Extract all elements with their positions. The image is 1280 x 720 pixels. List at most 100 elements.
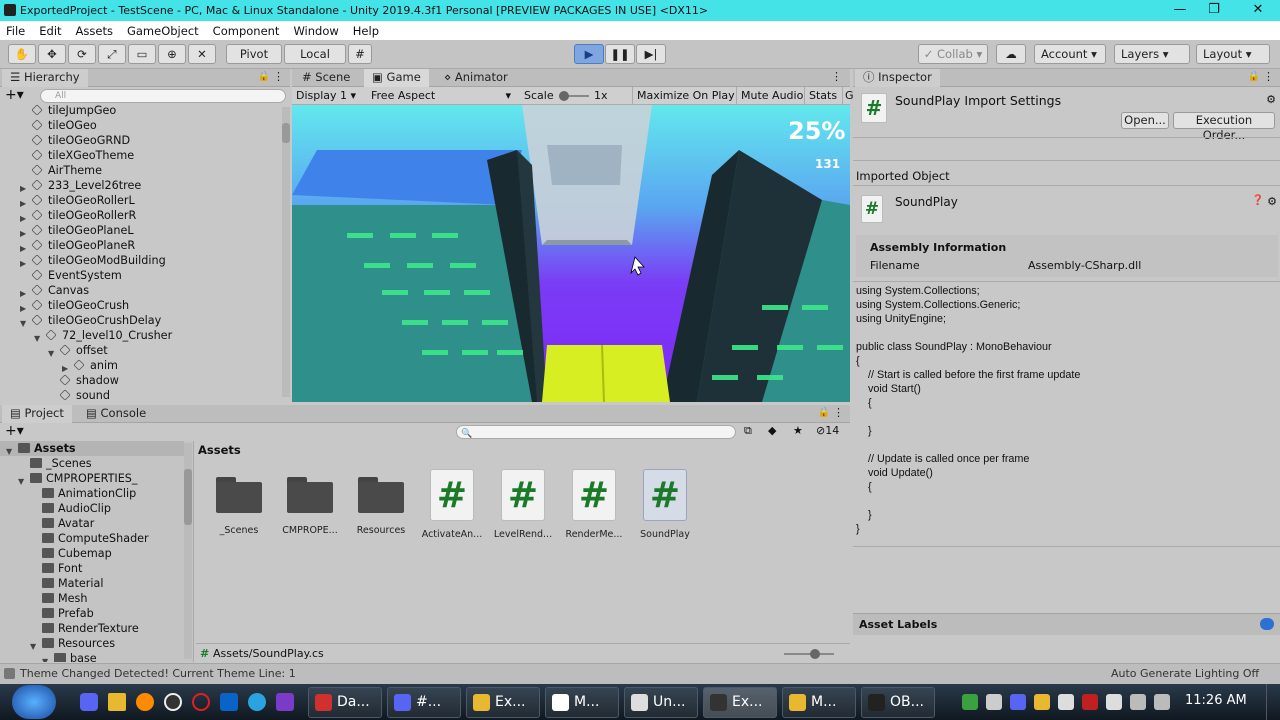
hierarchy-item[interactable]: tileXGeoTheme: [0, 148, 280, 163]
menu-edit[interactable]: Edit: [39, 24, 61, 38]
play-button[interactable]: ▶: [574, 44, 604, 64]
outlook-pinned-icon[interactable]: [220, 693, 238, 711]
taskbar-window-button[interactable]: OB...: [861, 687, 935, 718]
taskbar-window-button[interactable]: M...: [545, 687, 619, 718]
menu-assets[interactable]: Assets: [76, 24, 113, 38]
menu-help[interactable]: Help: [353, 24, 379, 38]
project-tree-item[interactable]: ▼ Assets: [0, 441, 184, 456]
clock[interactable]: 11:26 AM: [1185, 693, 1247, 708]
hierarchy-item[interactable]: ▼ 72_level10_Crusher: [0, 328, 280, 343]
expand-arrow-icon[interactable]: ▼: [42, 654, 48, 662]
firefox-pinned-icon[interactable]: [136, 693, 154, 711]
taskbar-window-button[interactable]: Ex...: [466, 687, 540, 718]
scale-slider[interactable]: [559, 91, 589, 101]
filter-label-icon[interactable]: ◆: [768, 424, 776, 437]
menu-file[interactable]: File: [6, 24, 25, 38]
taskbar-window-button[interactable]: #...: [387, 687, 461, 718]
asset-script[interactable]: # RenderMe...: [561, 467, 627, 540]
project-tree-item[interactable]: AudioClip: [0, 501, 184, 516]
hierarchy-item[interactable]: ▶ tileOGeoPlaneL: [0, 223, 280, 238]
volume-tray-icon[interactable]: [1154, 694, 1170, 710]
tab-scene[interactable]: # Scene: [294, 69, 358, 87]
taskbar-window-button[interactable]: M...: [782, 687, 856, 718]
display-dropdown[interactable]: Display 1 ▾: [296, 87, 356, 104]
hierarchy-item[interactable]: ▶ tileOGeoCrush: [0, 298, 280, 313]
stats-toggle[interactable]: Stats: [804, 87, 837, 104]
status-message[interactable]: Theme Changed Detected! Current Theme Li…: [20, 664, 296, 683]
assets-breadcrumb[interactable]: Assets: [198, 443, 241, 457]
hierarchy-item[interactable]: tileOGeo: [0, 118, 280, 133]
hierarchy-scrollbar[interactable]: [282, 107, 290, 397]
hierarchy-item[interactable]: ▶ tileOGeoPlaneR: [0, 238, 280, 253]
maximize-button[interactable]: ❐: [1194, 0, 1234, 21]
collab-dropdown[interactable]: ✓ Collab ▾: [918, 44, 988, 64]
execution-order-button[interactable]: Execution Order...: [1173, 112, 1275, 142]
pause-button[interactable]: ❚❚: [605, 44, 635, 64]
hierarchy-item[interactable]: EventSystem: [0, 268, 280, 283]
start-button[interactable]: [12, 685, 56, 719]
panel-menu-icon[interactable]: ⋮: [831, 70, 842, 83]
project-tree-item[interactable]: Mesh: [0, 591, 184, 606]
obs-pinned-icon[interactable]: [164, 693, 182, 711]
nvidia-tray-icon[interactable]: [962, 694, 978, 710]
project-tree-item[interactable]: ▼ Resources: [0, 636, 184, 651]
maximize-on-play-toggle[interactable]: Maximize On Play: [632, 87, 735, 104]
mute-audio-toggle[interactable]: Mute Audio: [736, 87, 803, 104]
tab-project[interactable]: ▤ Project: [2, 405, 72, 423]
hierarchy-item[interactable]: tileJumpGeo: [0, 103, 280, 118]
hierarchy-item[interactable]: tileOGeoGRND: [0, 133, 280, 148]
discord-tray-icon[interactable]: [1010, 694, 1026, 710]
snap-button[interactable]: #: [348, 44, 372, 64]
hierarchy-item[interactable]: sound: [0, 388, 280, 403]
add-icon[interactable]: +▾: [5, 87, 24, 103]
asset-script[interactable]: # SoundPlay: [632, 467, 698, 540]
project-tree-item[interactable]: ComputeShader: [0, 531, 184, 546]
panel-menu-icon[interactable]: ⋮: [833, 406, 844, 419]
move-tool-button[interactable]: ✥: [38, 44, 66, 64]
project-tree-item[interactable]: Avatar: [0, 516, 184, 531]
tab-hierarchy[interactable]: ☰ Hierarchy: [2, 69, 88, 87]
lock-icon[interactable]: 🔒: [1248, 71, 1260, 82]
hierarchy-item[interactable]: ▶ tileOGeoRollerL: [0, 193, 280, 208]
hierarchy-item[interactable]: ▶ anim: [0, 358, 280, 373]
lighting-status[interactable]: Auto Generate Lighting Off: [1111, 664, 1259, 683]
hierarchy-item[interactable]: ▶ Canvas: [0, 283, 280, 298]
hierarchy-item[interactable]: ▶ tileOGeoRollerR: [0, 208, 280, 223]
battery-tray-icon[interactable]: [1106, 694, 1122, 710]
panel-menu-icon[interactable]: ⋮: [273, 70, 284, 83]
menu-gameobject[interactable]: GameObject: [127, 24, 199, 38]
asset-folder[interactable]: _Scenes: [206, 467, 272, 536]
cloud-icon[interactable]: ☁: [996, 44, 1026, 64]
asset-folder[interactable]: Resources: [348, 467, 414, 536]
add-icon[interactable]: +▾: [5, 423, 24, 439]
mic-tray-icon[interactable]: [1058, 694, 1074, 710]
panel-menu-icon[interactable]: ⋮: [1263, 70, 1274, 83]
hierarchy-item[interactable]: AirTheme: [0, 163, 280, 178]
account-dropdown[interactable]: Account ▾: [1034, 44, 1106, 64]
network-tray-icon[interactable]: [1130, 694, 1146, 710]
hierarchy-item[interactable]: ▼ offset: [0, 343, 280, 358]
settings-icon[interactable]: ⚙: [1267, 195, 1277, 208]
hierarchy-item[interactable]: shadow: [0, 373, 280, 388]
project-tree-item[interactable]: _Scenes: [0, 456, 184, 471]
project-tree-scrollbar[interactable]: [184, 443, 192, 659]
lock-icon[interactable]: 🔒: [818, 407, 830, 418]
step-button[interactable]: ▶|: [636, 44, 666, 64]
game-viewport[interactable]: 25% 131: [292, 105, 850, 402]
hierarchy-item[interactable]: ▶ tileOGeoModBuilding: [0, 253, 280, 268]
telegram-pinned-icon[interactable]: [248, 693, 266, 711]
local-toggle[interactable]: Local: [284, 44, 346, 64]
close-button[interactable]: ✕: [1238, 0, 1278, 21]
tab-console[interactable]: ▤ Console: [78, 405, 154, 423]
custom-tool-button[interactable]: ✕: [188, 44, 216, 64]
project-tree-item[interactable]: ▼ base: [0, 651, 184, 662]
project-tree-item[interactable]: Prefab: [0, 606, 184, 621]
tab-game[interactable]: ▣ Game: [364, 69, 429, 87]
settings-icon[interactable]: ⚙: [1266, 93, 1276, 106]
asset-script[interactable]: # LevelRend...: [490, 467, 556, 540]
favorite-icon[interactable]: ★: [793, 424, 803, 437]
project-search-input[interactable]: 🔍: [456, 425, 736, 439]
explorer-pinned-icon[interactable]: [108, 693, 126, 711]
project-tree-item[interactable]: AnimationClip: [0, 486, 184, 501]
record-tray-icon[interactable]: [1082, 694, 1098, 710]
